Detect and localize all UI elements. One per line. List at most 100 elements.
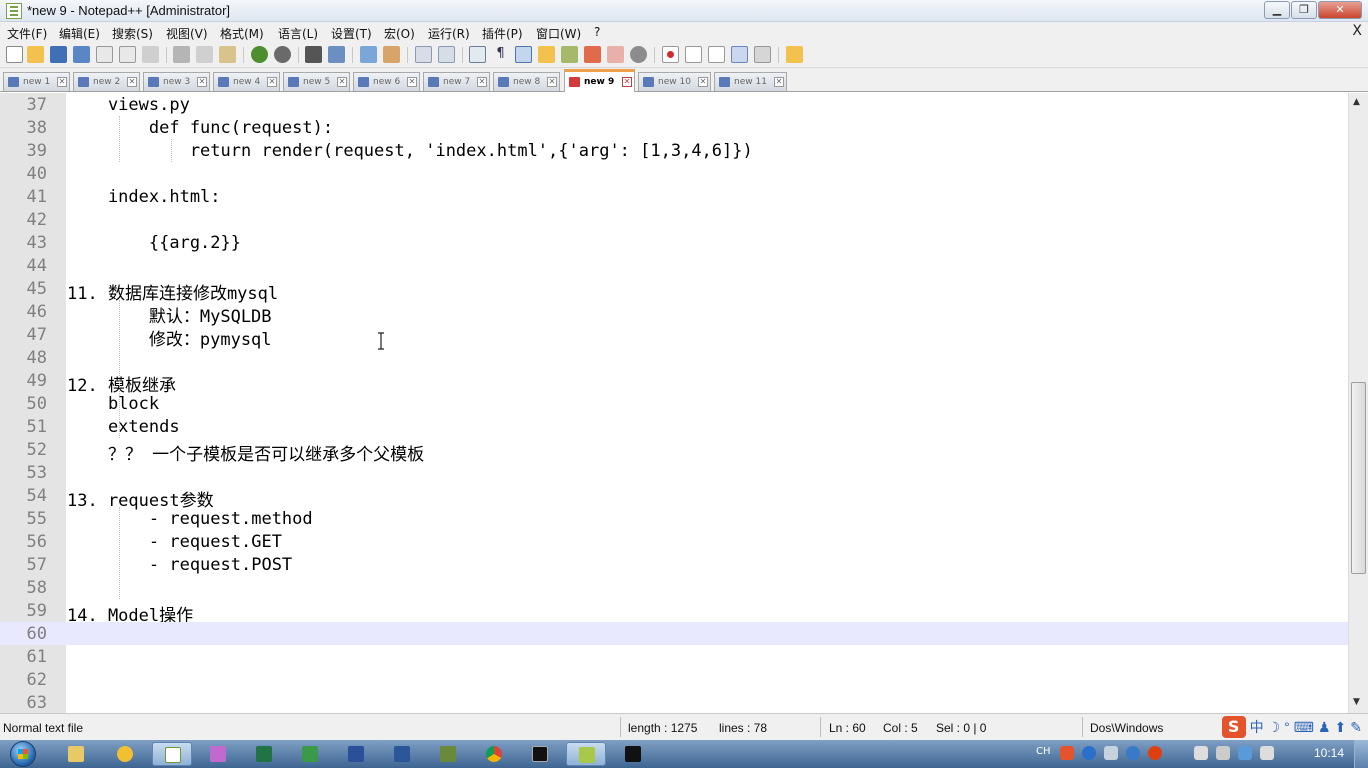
sync-vertical-icon[interactable] bbox=[415, 46, 432, 63]
flag-icon[interactable] bbox=[1238, 746, 1252, 760]
print-icon[interactable] bbox=[142, 46, 159, 63]
editor-line[interactable]: 37 views.py bbox=[0, 93, 1348, 116]
line-text[interactable]: {{arg.2}} bbox=[67, 233, 241, 253]
editor-line[interactable]: 47 修改：pymysql bbox=[0, 323, 1348, 350]
taskbar-cmd[interactable] bbox=[520, 742, 560, 766]
tab-new-1[interactable]: new 1 ✕ bbox=[3, 72, 70, 91]
undo-icon[interactable] bbox=[251, 46, 268, 63]
open-file-icon[interactable] bbox=[27, 46, 44, 63]
skin-icon[interactable]: ⬆ bbox=[1335, 719, 1347, 736]
volume-icon[interactable] bbox=[1260, 746, 1274, 760]
close-document-button[interactable]: X bbox=[1352, 23, 1362, 39]
menu-format[interactable]: 格式(M) bbox=[220, 25, 264, 42]
tab-new-4[interactable]: new 4 ✕ bbox=[213, 72, 280, 91]
function-list-icon[interactable] bbox=[584, 46, 601, 63]
taskbar-word[interactable] bbox=[382, 742, 422, 766]
display-icon[interactable] bbox=[1216, 746, 1230, 760]
close-all-icon[interactable] bbox=[119, 46, 136, 63]
editor-line[interactable]: 43 {{arg.2}} bbox=[0, 231, 1348, 254]
save-macro-icon[interactable] bbox=[754, 46, 771, 63]
ime-mode-label[interactable]: 中 bbox=[1250, 717, 1264, 737]
taskbar-app-tool[interactable] bbox=[428, 742, 468, 766]
sogou-ime-icon[interactable]: S bbox=[1221, 716, 1246, 738]
tab-new-8[interactable]: new 8 ✕ bbox=[493, 72, 560, 91]
editor-line[interactable]: 38 def func(request): bbox=[0, 116, 1348, 139]
language-define-icon[interactable] bbox=[538, 46, 555, 63]
monitoring-icon[interactable] bbox=[630, 46, 647, 63]
line-text[interactable]: - request.method bbox=[67, 509, 313, 529]
editor-line[interactable]: 45 11. 数据库连接修改mysql bbox=[0, 277, 1348, 304]
editor-line[interactable]: 63 bbox=[0, 691, 1348, 713]
taskbar-qq[interactable] bbox=[105, 742, 145, 766]
tab-new-6[interactable]: new 6 ✕ bbox=[353, 72, 420, 91]
menu-help[interactable]: ? bbox=[594, 25, 600, 39]
moon-icon[interactable]: ☽ bbox=[1268, 719, 1281, 736]
line-text[interactable]: views.py bbox=[67, 95, 190, 115]
tray-app-icon[interactable] bbox=[1126, 746, 1140, 760]
tab-close-icon[interactable]: ✕ bbox=[337, 77, 347, 87]
menu-language[interactable]: 语言(L) bbox=[278, 25, 318, 42]
zoom-in-icon[interactable] bbox=[360, 46, 377, 63]
show-all-chars-icon[interactable]: ¶ bbox=[492, 46, 509, 63]
menu-macro[interactable]: 宏(O) bbox=[384, 25, 415, 42]
line-text[interactable]: def func(request): bbox=[67, 118, 333, 138]
editor-line[interactable]: 48 bbox=[0, 346, 1348, 369]
scroll-up-icon[interactable]: ▲ bbox=[1353, 97, 1360, 107]
restore-button[interactable]: ❐ bbox=[1291, 1, 1317, 19]
word-wrap-icon[interactable] bbox=[469, 46, 486, 63]
zoom-out-icon[interactable] bbox=[383, 46, 400, 63]
taskbar-app-save[interactable] bbox=[336, 742, 376, 766]
taskbar-app-v[interactable] bbox=[566, 742, 606, 766]
taskbar-chrome[interactable] bbox=[474, 742, 514, 766]
tab-new-9[interactable]: new 9 ✕ bbox=[564, 69, 635, 92]
copy-icon[interactable] bbox=[196, 46, 213, 63]
menu-edit[interactable]: 编辑(E) bbox=[59, 25, 100, 42]
close-button[interactable]: ✕ bbox=[1318, 1, 1362, 19]
vertical-scrollbar[interactable]: ▲ ▼ bbox=[1348, 93, 1368, 713]
line-text[interactable]: extends bbox=[67, 417, 180, 437]
input-language-indicator[interactable]: CH bbox=[1036, 746, 1051, 757]
save-all-icon[interactable] bbox=[73, 46, 90, 63]
editor-line[interactable]: 51 extends bbox=[0, 415, 1348, 438]
tab-close-icon[interactable]: ✕ bbox=[197, 77, 207, 87]
taskbar-app-paint[interactable] bbox=[198, 742, 238, 766]
stop-macro-icon[interactable] bbox=[685, 46, 702, 63]
scroll-down-icon[interactable]: ▼ bbox=[1353, 697, 1360, 707]
editor-line[interactable]: 62 bbox=[0, 668, 1348, 691]
editor-line[interactable]: 54 13. request参数 bbox=[0, 484, 1348, 511]
clock[interactable]: 10:14 bbox=[1314, 746, 1344, 760]
editor-line[interactable]: 57 - request.POST bbox=[0, 553, 1348, 576]
start-button[interactable] bbox=[4, 740, 44, 768]
replace-icon[interactable] bbox=[328, 46, 345, 63]
tab-close-icon[interactable]: ✕ bbox=[127, 77, 137, 87]
paste-icon[interactable] bbox=[219, 46, 236, 63]
tab-close-icon[interactable]: ✕ bbox=[57, 77, 67, 87]
editor-line[interactable]: 56 - request.GET bbox=[0, 530, 1348, 553]
doc-map-icon[interactable] bbox=[561, 46, 578, 63]
taskbar-notepadpp[interactable] bbox=[152, 742, 192, 766]
text-editor[interactable]: 37 views.py 38 def func(request): 39 retur… bbox=[0, 93, 1348, 713]
tab-new-7[interactable]: new 7 ✕ bbox=[423, 72, 490, 91]
editor-line[interactable]: 52 ？？ 一个子模板是否可以继承多个父模板 bbox=[0, 438, 1348, 465]
tab-close-icon[interactable]: ✕ bbox=[477, 77, 487, 87]
folder-as-workspace-icon[interactable] bbox=[607, 46, 624, 63]
taskbar-explorer[interactable] bbox=[56, 742, 96, 766]
editor-line[interactable]: 58 bbox=[0, 576, 1348, 599]
user-icon[interactable]: ♟ bbox=[1318, 719, 1331, 736]
menu-plugins[interactable]: 插件(P) bbox=[482, 25, 523, 42]
tab-close-icon[interactable]: ✕ bbox=[774, 77, 784, 87]
tab-close-icon[interactable]: ✕ bbox=[407, 77, 417, 87]
tab-new-10[interactable]: new 10 ✕ bbox=[638, 72, 711, 91]
punctuation-icon[interactable]: ° bbox=[1284, 719, 1290, 735]
ime-toolbar[interactable]: S 中 ☽ ° ⌨ ♟ ⬆ ✎ bbox=[1221, 716, 1362, 738]
tab-new-11[interactable]: new 11 ✕ bbox=[714, 72, 787, 91]
network-icon[interactable] bbox=[1194, 746, 1208, 760]
sync-horizontal-icon[interactable] bbox=[438, 46, 455, 63]
menu-view[interactable]: 视图(V) bbox=[166, 25, 208, 42]
editor-line[interactable]: 39 return render(request, 'index.html',{… bbox=[0, 139, 1348, 162]
plugin-folder-icon[interactable] bbox=[786, 46, 803, 63]
tray-red-icon[interactable] bbox=[1148, 746, 1162, 760]
play-macro-icon[interactable] bbox=[708, 46, 725, 63]
editor-line[interactable]: 42 bbox=[0, 208, 1348, 231]
indent-guide-icon[interactable] bbox=[515, 46, 532, 63]
